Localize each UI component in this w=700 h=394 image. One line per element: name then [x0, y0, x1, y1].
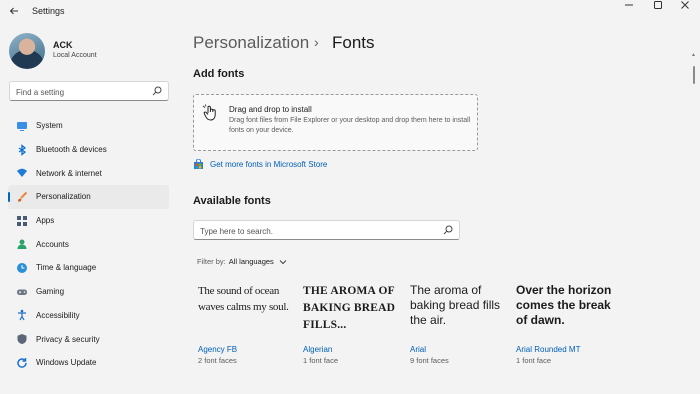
close-button[interactable]: [670, 0, 700, 18]
update-icon: [17, 357, 27, 368]
add-fonts-heading: Add fonts: [193, 68, 245, 80]
sidebar-item-label: Bluetooth & devices: [36, 145, 107, 155]
drop-zone-description: Drag font files from File Explorer or yo…: [229, 117, 471, 134]
window-title: Settings: [32, 6, 65, 16]
setting-search-box[interactable]: [9, 81, 169, 102]
avatar[interactable]: [9, 33, 45, 69]
globe-clock-icon: [17, 262, 27, 273]
apps-icon: [17, 215, 27, 226]
scrollbar-thumb[interactable]: [693, 66, 695, 84]
sidebar-item-label: Apps: [36, 216, 55, 226]
filter-label: Filter by:: [197, 257, 226, 266]
sidebar-item-accessibility[interactable]: Accessibility: [8, 304, 169, 328]
page-title: Fonts: [332, 33, 375, 52]
user-name: ACK: [53, 40, 73, 50]
sidebar-item-accounts[interactable]: Accounts: [8, 232, 169, 256]
font-face-count: 1 font face: [516, 356, 552, 365]
font-card-arial[interactable]: The aroma of baking bread fills the air.…: [410, 283, 510, 365]
drag-hand-icon: [202, 104, 216, 121]
sidebar-item-network[interactable]: Network & internet: [8, 161, 169, 185]
accounts-icon: [17, 239, 27, 250]
language-filter[interactable]: Filter by: All languages: [197, 257, 287, 266]
sidebar-item-label: System: [36, 121, 63, 131]
font-card-agency-fb[interactable]: The sound of ocean waves calms my soul. …: [198, 283, 298, 365]
font-name: Arial: [410, 345, 427, 354]
shield-icon: [17, 334, 27, 345]
microsoft-store-link[interactable]: Get more fonts in Microsoft Store: [193, 159, 327, 170]
sidebar-item-label: Gaming: [36, 287, 65, 297]
breadcrumb-parent[interactable]: Personalization: [193, 33, 309, 53]
sidebar-item-apps[interactable]: Apps: [8, 209, 169, 233]
font-name: Arial Rounded MT: [516, 345, 581, 354]
sidebar-item-label: Personalization: [36, 192, 91, 202]
breadcrumb-separator: ›: [314, 34, 319, 50]
sidebar-item-time-language[interactable]: Time & language: [8, 256, 169, 280]
font-face-count: 2 font faces: [198, 356, 237, 365]
bluetooth-icon: [18, 143, 27, 156]
back-button[interactable]: [6, 4, 22, 20]
font-search-input[interactable]: [194, 222, 434, 241]
system-icon: [17, 121, 27, 131]
font-sample: THE AROMA OF BAKING BREAD FILLS...: [303, 285, 396, 331]
font-drop-zone[interactable]: Drag and drop to install Drag font files…: [193, 94, 478, 151]
available-fonts-heading: Available fonts: [193, 195, 271, 207]
store-icon: [194, 159, 203, 169]
sidebar-item-label: Windows Update: [36, 358, 97, 368]
sidebar-item-label: Accounts: [36, 239, 69, 249]
filter-value[interactable]: All languages: [229, 257, 274, 266]
font-face-count: 9 font faces: [410, 356, 449, 365]
brush-icon: [18, 191, 28, 202]
font-sample: Over the horizon comes the break of dawn…: [516, 283, 612, 327]
store-link-text[interactable]: Get more fonts in Microsoft Store: [210, 160, 327, 169]
maximize-icon: [654, 1, 662, 9]
drop-zone-title: Drag and drop to install: [229, 105, 312, 114]
font-card-arial-rounded-mt[interactable]: Over the horizon comes the break of dawn…: [516, 283, 616, 365]
gamepad-icon: [17, 289, 27, 295]
font-face-count: 1 font face: [303, 356, 339, 365]
scroll-up-arrow-icon[interactable]: ▲: [691, 52, 696, 58]
minimize-button[interactable]: [614, 0, 644, 18]
font-name: Agency FB: [198, 345, 238, 354]
minimize-icon: [625, 4, 633, 6]
font-card-algerian[interactable]: THE AROMA OF BAKING BREAD FILLS... Alger…: [303, 283, 403, 365]
setting-search-input[interactable]: [10, 83, 140, 102]
accessibility-icon: [18, 310, 26, 321]
sidebar-item-label: Privacy & security: [36, 334, 100, 344]
font-name: Algerian: [303, 345, 333, 354]
sidebar-item-personalization[interactable]: Personalization: [8, 185, 169, 209]
sidebar-item-bluetooth[interactable]: Bluetooth & devices: [8, 138, 169, 162]
search-icon[interactable]: [152, 86, 162, 96]
font-sample: The sound of ocean waves calms my soul.: [198, 285, 289, 313]
chevron-down-icon[interactable]: [279, 259, 287, 265]
maximize-button[interactable]: [643, 0, 673, 18]
font-search-box[interactable]: [193, 220, 460, 241]
sidebar-item-label: Network & internet: [36, 168, 102, 178]
account-type: Local Account: [53, 52, 97, 59]
sidebar-nav: System Bluetooth & devices Network & int…: [8, 114, 169, 375]
close-icon: [681, 1, 689, 9]
sidebar-item-label: Time & language: [36, 263, 97, 273]
wifi-icon: [17, 168, 27, 178]
back-arrow-icon: [9, 7, 18, 15]
sidebar-item-windows-update[interactable]: Windows Update: [8, 351, 169, 375]
sidebar-item-privacy[interactable]: Privacy & security: [8, 327, 169, 351]
sidebar-item-label: Accessibility: [36, 310, 80, 320]
sidebar-item-system[interactable]: System: [8, 114, 169, 138]
font-sample: The aroma of baking bread fills the air.: [410, 283, 501, 327]
sidebar-item-gaming[interactable]: Gaming: [8, 280, 169, 304]
title-bar: Settings: [0, 0, 700, 24]
search-icon[interactable]: [443, 225, 453, 235]
